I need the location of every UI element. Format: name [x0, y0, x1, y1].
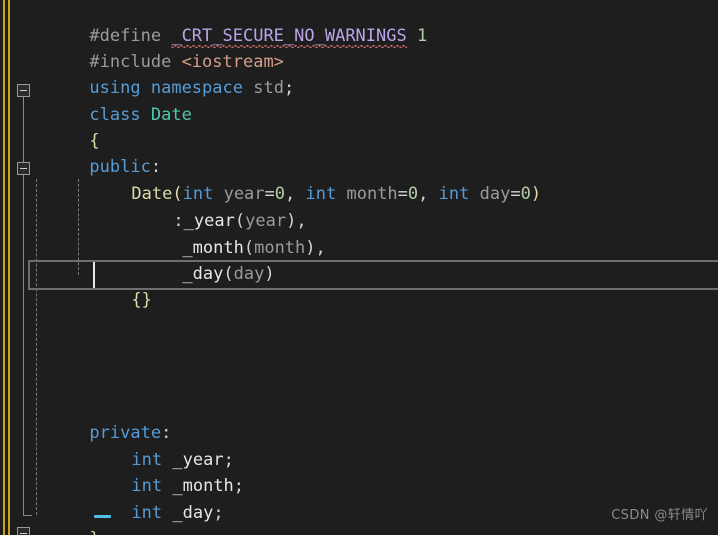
code-line-16[interactable]: private: — [28, 393, 171, 443]
code-line-21[interactable]: int main() — [28, 526, 192, 535]
token-type-int-day: int — [131, 502, 163, 523]
token-identifier-std: std — [253, 77, 284, 98]
token-semicolon-l3: ; — [283, 77, 295, 98]
token-semicolon-month: ; — [233, 475, 245, 496]
token-paren-close-month: ) — [305, 237, 316, 258]
code-line-19[interactable]: int _day; — [70, 473, 223, 523]
token-comma-month: , — [315, 237, 326, 258]
token-paren-close-day: ) — [264, 263, 275, 284]
token-param3-name: day — [469, 183, 511, 204]
code-text-area[interactable]: #define _CRT_SECURE_NO_WARNINGS 1 #inclu… — [0, 0, 718, 535]
token-semicolon-day: ; — [213, 502, 224, 523]
code-line-8[interactable]: :_year(year), — [112, 181, 306, 231]
code-line-18[interactable]: int _month; — [70, 446, 244, 496]
token-type-date: Date — [150, 104, 192, 125]
token-paren-close-ctor: ) — [530, 183, 542, 204]
code-line-20[interactable]: }; — [28, 499, 110, 535]
token-param3-type: int — [438, 183, 470, 204]
code-line-4[interactable]: class Date — [28, 75, 191, 125]
watermark-text: CSDN @轩情吖 — [611, 508, 708, 523]
token-empty-body-braces: {} — [131, 289, 152, 310]
token-arg-day: day — [233, 263, 265, 284]
code-line-17[interactable]: int _year; — [70, 420, 233, 470]
code-line-9[interactable]: _month(month), — [121, 208, 325, 258]
token-macro-value: 1 — [416, 25, 428, 46]
token-param2-name: month — [336, 183, 398, 204]
code-line-2[interactable]: #include <iostream> — [28, 22, 284, 72]
token-param2-type: int — [305, 183, 337, 204]
code-line-10[interactable]: _day(day) — [121, 234, 274, 284]
code-line-3[interactable]: using namespace std; — [28, 48, 294, 98]
token-param2-default: 0 — [407, 183, 419, 204]
code-line-7[interactable]: Date(int year=0, int month=0, int day=0) — [70, 154, 541, 204]
code-line-5[interactable]: { — [28, 101, 99, 151]
code-line-11[interactable]: {} — [70, 260, 151, 310]
token-field-day: _day — [162, 502, 214, 523]
token-param3-equals: = — [510, 183, 521, 204]
token-param2-equals: = — [397, 183, 408, 204]
token-param2-comma: , — [418, 183, 429, 204]
code-editor[interactable]: #define _CRT_SECURE_NO_WARNINGS 1 #inclu… — [0, 0, 718, 535]
token-param3-default: 0 — [520, 183, 531, 204]
code-line-1[interactable]: #define _CRT_SECURE_NO_WARNINGS 1 — [28, 0, 427, 48]
code-line-6[interactable]: public: — [28, 127, 161, 177]
token-member-day: _day — [182, 263, 224, 284]
token-paren-open-day: ( — [223, 263, 234, 284]
